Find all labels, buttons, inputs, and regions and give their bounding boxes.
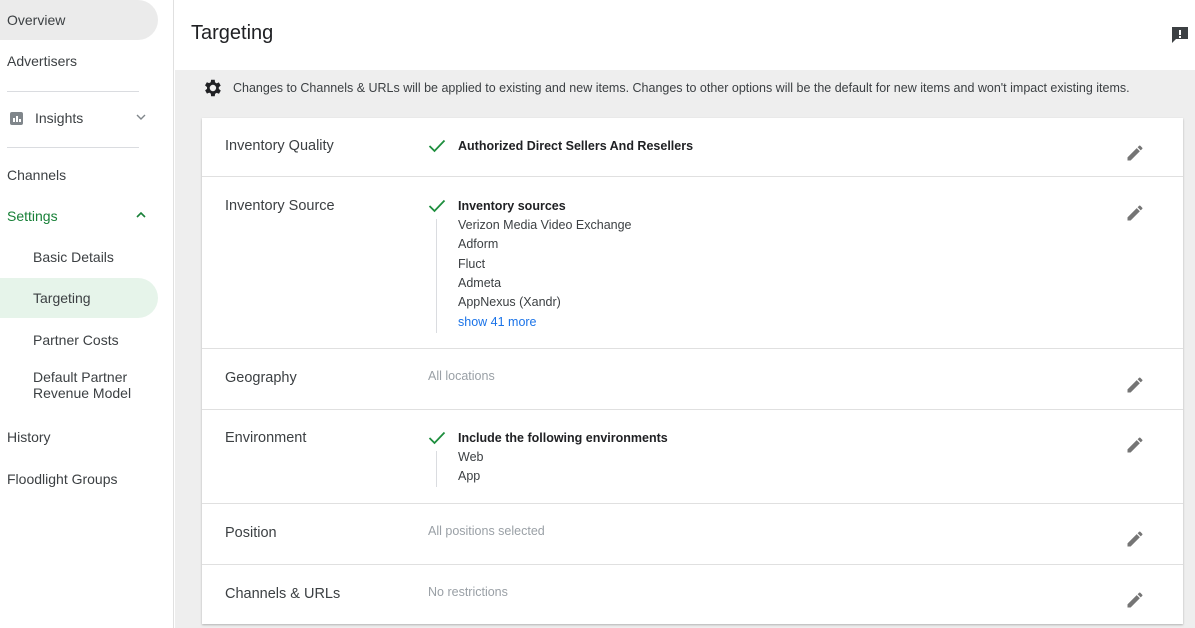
- sidebar-item-settings[interactable]: Settings: [0, 196, 160, 236]
- indent-line: [436, 219, 437, 333]
- page-header: Targeting: [175, 0, 1195, 70]
- sidebar-item-targeting[interactable]: Targeting: [0, 278, 158, 318]
- info-notice: Changes to Channels & URLs will be appli…: [201, 78, 1130, 98]
- sidebar-divider: [7, 147, 139, 148]
- check-icon: [428, 139, 446, 153]
- row-environment: Environment Include the following enviro…: [202, 410, 1183, 504]
- sidebar-item-label: Partner Costs: [33, 332, 119, 348]
- list-item: Web: [458, 450, 484, 464]
- gear-icon: [205, 79, 221, 97]
- row-geography: Geography All locations: [202, 349, 1183, 410]
- edit-icon[interactable]: [1125, 375, 1145, 395]
- edit-icon[interactable]: [1125, 203, 1145, 223]
- notice-text: Changes to Channels & URLs will be appli…: [233, 81, 1130, 95]
- list-item: App: [458, 469, 481, 483]
- show-more-link[interactable]: show 41 more: [458, 315, 537, 329]
- edit-icon[interactable]: [1125, 143, 1145, 163]
- value-title: Include the following environments: [458, 431, 668, 445]
- check-icon: [428, 431, 446, 445]
- row-position: Position All positions selected: [202, 504, 1183, 565]
- row-value: All positions selected: [428, 524, 545, 538]
- list-item: Verizon Media Video Exchange: [458, 218, 632, 232]
- targeting-card: Inventory Quality Authorized Direct Sell…: [202, 118, 1183, 624]
- sidebar-item-partner-costs[interactable]: Partner Costs: [0, 320, 119, 360]
- sidebar-item-floodlight-groups[interactable]: Floodlight Groups: [0, 459, 118, 499]
- indent-line: [436, 451, 437, 487]
- edit-icon[interactable]: [1125, 435, 1145, 455]
- row-label: Inventory Quality: [225, 138, 334, 154]
- chevron-up-icon: [136, 211, 146, 218]
- sidebar-item-label: Targeting: [33, 290, 91, 306]
- list-item: AppNexus (Xandr): [458, 295, 561, 309]
- sidebar-item-basic-details[interactable]: Basic Details: [0, 237, 114, 277]
- row-label: Environment: [225, 430, 307, 446]
- sidebar-item-label: Advertisers: [7, 53, 78, 69]
- edit-icon[interactable]: [1125, 529, 1145, 549]
- sidebar-item-label-line2: Revenue Model: [33, 385, 132, 401]
- list-item: Fluct: [458, 257, 486, 271]
- sidebar-item-advertisers[interactable]: Advertisers: [0, 41, 77, 81]
- row-label: Geography: [225, 370, 297, 386]
- list-item: Admeta: [458, 276, 502, 290]
- sidebar-item-label: Settings: [7, 208, 58, 224]
- row-inventory-quality: Inventory Quality Authorized Direct Sell…: [202, 118, 1183, 177]
- sidebar-item-label: History: [7, 429, 51, 445]
- list-item: Adform: [458, 237, 499, 251]
- sidebar-item-insights[interactable]: Insights: [0, 98, 160, 138]
- value-title: Authorized Direct Sellers And Resellers: [458, 139, 694, 153]
- sidebar-item-default-partner-revenue-model[interactable]: Default Partner Revenue Model: [0, 369, 131, 409]
- sidebar-divider: [7, 91, 139, 92]
- page-title: Targeting: [191, 22, 274, 44]
- row-label: Channels & URLs: [225, 586, 341, 602]
- row-label: Inventory Source: [225, 198, 335, 214]
- edit-icon[interactable]: [1125, 590, 1145, 610]
- sidebar-item-label: Channels: [7, 167, 67, 183]
- sidebar-item-label: Floodlight Groups: [7, 471, 118, 487]
- sidebar-item-label: Basic Details: [33, 249, 114, 265]
- chevron-down-icon: [136, 114, 146, 120]
- row-value: No restrictions: [428, 585, 508, 599]
- sidebar-item-history[interactable]: History: [0, 417, 51, 457]
- check-icon: [428, 199, 446, 213]
- main-content: Targeting Changes to Channels & URLs wil…: [175, 0, 1195, 628]
- feedback-icon[interactable]: [1170, 25, 1190, 45]
- row-value: All locations: [428, 369, 495, 383]
- sidebar-item-label: Overview: [7, 12, 66, 28]
- insights-icon: [10, 111, 23, 125]
- row-label: Position: [225, 525, 277, 541]
- sidebar-item-overview[interactable]: Overview: [0, 0, 158, 40]
- row-inventory-source: Inventory Source Inventory sources Veriz…: [202, 177, 1183, 349]
- sidebar: Overview Advertisers Insights Channels S…: [0, 0, 174, 628]
- sidebar-item-label-line1: Default Partner: [33, 369, 128, 385]
- value-title: Inventory sources: [458, 199, 566, 213]
- row-channels-urls: Channels & URLs No restrictions: [202, 565, 1183, 624]
- sidebar-item-channels[interactable]: Channels: [0, 155, 66, 195]
- sidebar-item-label: Insights: [35, 110, 84, 126]
